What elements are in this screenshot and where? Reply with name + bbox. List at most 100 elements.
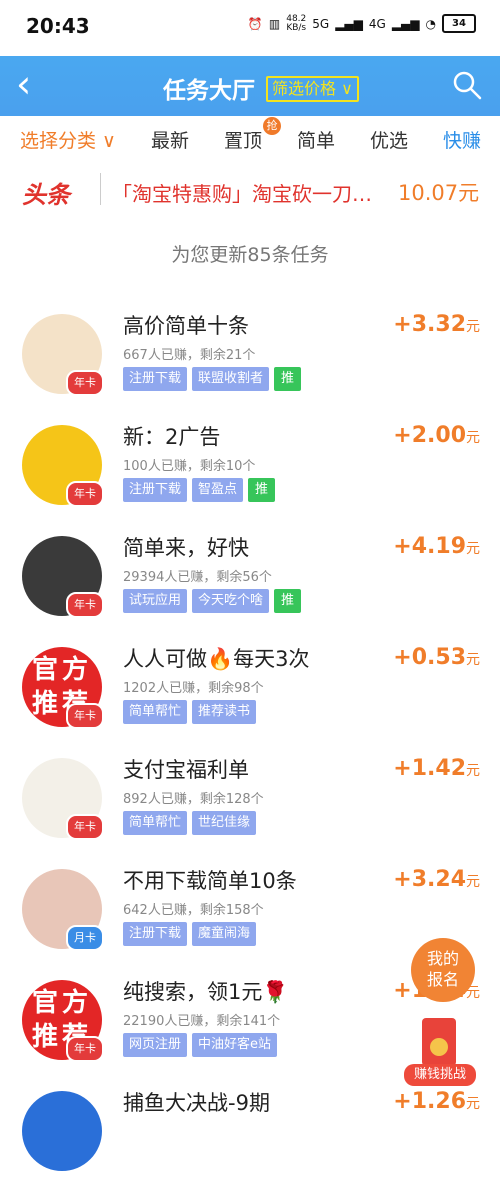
filter-price-button[interactable]: 筛选价格 ∨ [266,76,359,102]
page-title: 任务大厅 [163,78,255,104]
task-tag: 智盈点 [192,478,244,502]
back-icon[interactable]: ‹ [16,64,56,108]
reward-amount: +0.53 [393,645,466,670]
status-icons: ⏰ ▥ 48.2 KB/s 5G ▂▄▆ 4G ▂▄▆ ◔ 34 [248,14,476,33]
task-tag: 中油好客e站 [192,1033,278,1057]
recommend-badge: 推 [274,367,302,391]
task-meta: 667人已赚，剩余21个 [123,348,256,363]
task-title: 不用下载简单10条 [123,869,297,893]
headline-banner[interactable]: 头条 「淘宝特惠购」淘宝砍一刀… 10.07元 [0,163,500,217]
category-tabs: 选择分类 ∨ 最新 置顶 简单 优选 快赚 [0,116,500,162]
recommend-badge: 推 [274,589,302,613]
task-title: 新：2广告 [123,425,221,449]
task-tag: 注册下载 [123,367,188,391]
my-signup-button[interactable]: 我的报名 [411,938,475,1002]
reward-amount: +3.32 [393,312,466,337]
earn-challenge-button[interactable]: 赚钱挑战 [404,1018,476,1088]
task-reward: +1.42元 [393,756,480,781]
task-reward: +3.24元 [393,867,480,892]
task-item[interactable]: 年卡 新：2广告 100人已赚，剩余10个注册下载 智盈点推 +2.00元 [0,417,500,528]
tab-select-category[interactable]: 选择分类 ∨ [20,126,116,153]
task-meta: 100人已赚，剩余10个 [123,459,256,474]
membership-badge: 年卡 [66,1036,104,1062]
tab-pinned[interactable]: 置顶 [224,126,262,153]
task-item[interactable]: 年卡 高价简单十条 667人已赚，剩余21个注册下载 联盟收割者推 +3.32元 [0,306,500,417]
task-reward: +0.53元 [393,645,480,670]
task-meta: 22190人已赚，剩余141个 [123,1014,281,1029]
reward-amount: +1.42 [393,756,466,781]
search-icon[interactable] [452,70,482,100]
signal-icon: ▂▄▆ [335,16,363,31]
task-title: 人人可做🔥每天3次 [123,647,310,671]
reward-amount: +3.24 [393,867,466,892]
earn-challenge-label: 赚钱挑战 [404,1064,476,1086]
task-reward: +2.00元 [393,423,480,448]
divider [100,173,101,205]
membership-badge: 月卡 [66,925,104,951]
task-item[interactable]: 年卡 简单来，好快 29394人已赚，剩余56个试玩应用 今天吃个啥推 +4.19元 [0,528,500,639]
reward-amount: +2.00 [393,423,466,448]
task-title: 高价简单十条 [123,314,249,338]
battery: 34 [442,14,476,33]
task-tag: 世纪佳缘 [192,811,257,835]
membership-badge: 年卡 [66,592,104,618]
tab-preferred[interactable]: 优选 [370,126,408,153]
task-reward: +1.26元 [393,1089,480,1114]
signal-icon-2: ▂▄▆ [391,16,420,31]
task-title: 纯搜索，领1元🌹 [123,980,289,1004]
task-tag: 简单帮忙 [123,811,188,835]
task-tag: 简单帮忙 [123,700,188,724]
update-notice: 为您更新85条任务 [171,244,329,266]
task-tag: 网页注册 [123,1033,188,1057]
membership-badge: 年卡 [66,370,104,396]
headline-text: 「淘宝特惠购」淘宝砍一刀… [112,182,372,206]
membership-badge: 年卡 [66,814,104,840]
tab-latest[interactable]: 最新 [151,126,189,153]
task-item[interactable]: 官方推荐 年卡 人人可做🔥每天3次 1202人已赚，剩余98个 简单帮忙 推荐读书 +0.5… [0,639,500,750]
reward-unit: 元 [466,319,480,335]
task-meta: 29394人已赚，剩余56个 [123,570,272,585]
task-tag: 试玩应用 [123,589,188,613]
task-item[interactable]: 年卡 支付宝福利单 892人已赚，剩余128个简单帮忙 世纪佳缘 +1.42元 [0,750,500,861]
task-tag: 联盟收割者 [192,367,270,391]
reward-unit: 元 [466,430,480,446]
task-tags: 注册下载 智盈点推 [123,478,276,502]
wifi-icon: ◔ [425,16,436,31]
reward-amount: +4.19 [393,534,466,559]
status-bar: 20:43 ⏰ ▥ 48.2 KB/s 5G ▂▄▆ 4G ▂▄▆ ◔ 34 [0,0,500,56]
app-header: ‹ 任务大厅 筛选价格 ∨ [0,56,500,116]
task-tags: 注册下载 魔童闹海 [123,922,257,946]
task-tags: 试玩应用 今天吃个啥推 [123,589,302,613]
reward-amount: +1.26 [393,1089,466,1114]
recommend-badge: 推 [248,478,276,502]
task-item[interactable]: 捕鱼大决战-9期 +1.26元 [0,1083,500,1194]
signal-4g: 4G [368,16,386,31]
task-meta: 892人已赚，剩余128个 [123,792,264,807]
alarm-icon: ⏰ [247,16,263,31]
membership-badge: 年卡 [66,481,104,507]
vibrate-icon: ▥ [268,16,281,31]
task-avatar [22,1091,102,1171]
coin-icon [430,1038,448,1056]
reward-unit: 元 [466,763,480,779]
reward-unit: 元 [466,874,480,890]
reward-unit: 元 [466,1096,480,1112]
status-time: 20:43 [26,14,90,38]
task-tags: 注册下载 联盟收割者推 [123,367,302,391]
task-meta: 642人已赚，剩余158个 [123,903,264,918]
tab-simple[interactable]: 简单 [297,126,335,153]
signal-5g: 5G [312,16,330,31]
task-title: 简单来，好快 [123,536,249,560]
task-tags: 简单帮忙 世纪佳缘 [123,811,257,835]
task-tag: 推荐读书 [192,700,257,724]
task-tags: 网页注册 中油好客e站 [123,1033,278,1057]
task-tag: 注册下载 [123,922,188,946]
task-title: 支付宝福利单 [123,758,249,782]
membership-badge: 年卡 [66,703,104,729]
task-reward: +4.19元 [393,534,480,559]
reward-unit: 元 [466,652,480,668]
task-reward: +3.32元 [393,312,480,337]
task-tag: 注册下载 [123,478,188,502]
tab-quick-earn[interactable]: 快赚 [443,126,481,153]
headline-tag: 头条 [22,181,70,209]
